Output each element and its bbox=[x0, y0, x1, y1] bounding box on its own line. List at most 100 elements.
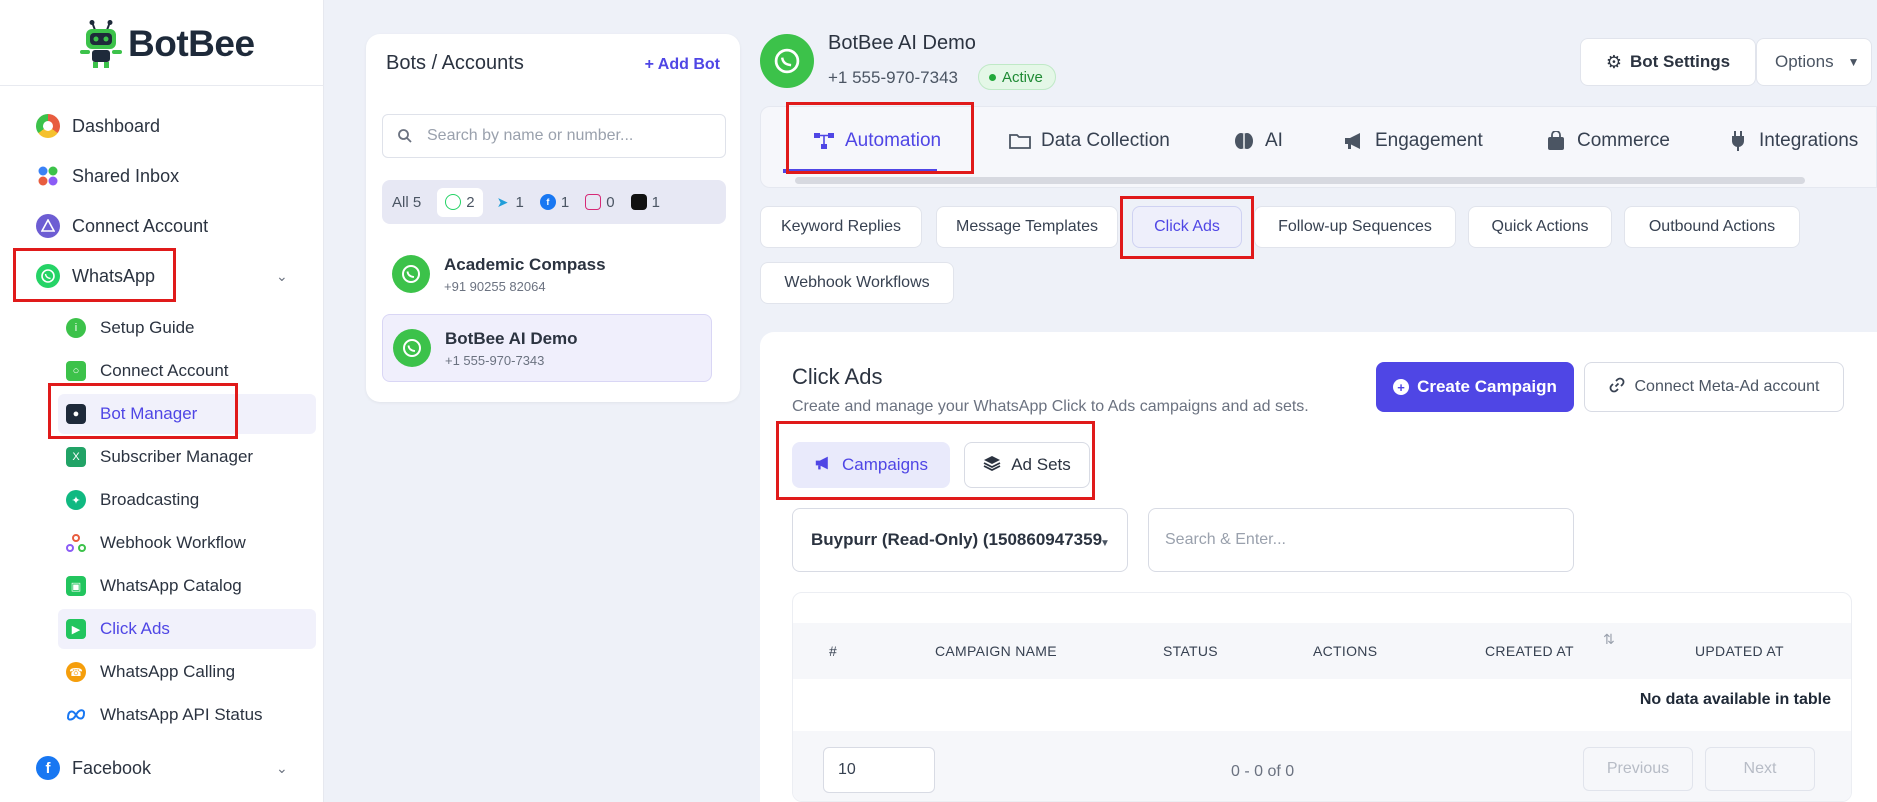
sidebar-sub-label: Webhook Workflow bbox=[100, 533, 246, 552]
segment-ad-sets[interactable]: Ad Sets bbox=[964, 442, 1090, 488]
filter-all[interactable]: All 5 bbox=[392, 194, 421, 211]
sort-icon[interactable]: ⇅ bbox=[1603, 631, 1615, 648]
bot-title: BotBee AI Demo bbox=[828, 32, 976, 54]
subtab-keyword-replies[interactable]: Keyword Replies bbox=[760, 206, 922, 248]
filter-whatsapp[interactable]: 2 bbox=[437, 187, 483, 217]
dashboard-icon bbox=[36, 114, 60, 138]
pagination-range: 0 - 0 of 0 bbox=[1231, 763, 1295, 780]
column-header[interactable]: STATUS bbox=[1163, 643, 1218, 659]
sidebar-sub-whatsapp-api-status[interactable]: WhatsApp API Status bbox=[58, 695, 316, 735]
brand-logo[interactable]: BotBee bbox=[78, 14, 255, 74]
click-ads-title: Click Ads bbox=[792, 364, 883, 389]
sidebar-item-label: Dashboard bbox=[72, 115, 161, 136]
ad-account-value: Buypurr (Read-Only) (150860947359 bbox=[811, 530, 1103, 549]
subtab-label: Webhook Workflows bbox=[784, 274, 930, 291]
chevron-down-icon[interactable]: ⌄ bbox=[276, 760, 288, 777]
sidebar-item-facebook[interactable]: f Facebook bbox=[36, 748, 151, 788]
bot-settings-button[interactable]: ⚙ Bot Settings bbox=[1580, 38, 1756, 86]
previous-page-button[interactable]: Previous bbox=[1583, 747, 1693, 791]
filter-all-label: All 5 bbox=[392, 193, 422, 211]
tab-data-collection[interactable]: Data Collection bbox=[1009, 107, 1170, 175]
brand-name: BotBee bbox=[128, 23, 255, 64]
whatsapp-icon bbox=[36, 264, 60, 288]
add-bot-button[interactable]: + Add Bot bbox=[645, 56, 720, 74]
sidebar-sub-subscriber-manager[interactable]: X Subscriber Manager bbox=[58, 437, 316, 477]
campaign-search-input[interactable]: Search & Enter... bbox=[1148, 508, 1574, 572]
tab-label: Commerce bbox=[1577, 130, 1670, 151]
column-header[interactable]: ACTIONS bbox=[1313, 643, 1377, 659]
filter-facebook[interactable]: f 1 bbox=[539, 194, 569, 211]
subtab-quick-actions[interactable]: Quick Actions bbox=[1468, 206, 1612, 248]
subtab-label: Follow-up Sequences bbox=[1278, 218, 1432, 235]
sidebar-item-connect-account[interactable]: Connect Account bbox=[36, 206, 208, 246]
sidebar-sub-label: Connect Account bbox=[100, 361, 229, 380]
tab-label: Engagement bbox=[1375, 130, 1483, 151]
sidebar-sub-whatsapp-catalog[interactable]: ▣ WhatsApp Catalog bbox=[58, 566, 316, 606]
filter-telegram[interactable]: ➤ 1 bbox=[495, 194, 524, 211]
facebook-icon: f bbox=[36, 756, 60, 780]
bot-list-item-selected[interactable]: BotBee AI Demo +1 555-970-7343 bbox=[382, 314, 712, 382]
active-tab-indicator bbox=[783, 169, 937, 173]
subtab-label: Click Ads bbox=[1154, 218, 1220, 235]
bots-search-placeholder: Search by name or number... bbox=[427, 127, 634, 144]
sidebar-sub-webhook-workflow[interactable]: Webhook Workflow bbox=[58, 523, 316, 563]
sidebar-sub-bot-manager[interactable]: ● Bot Manager bbox=[58, 394, 316, 434]
bot-name: BotBee AI Demo bbox=[445, 328, 578, 348]
create-campaign-button[interactable]: + Create Campaign bbox=[1376, 362, 1574, 412]
filter-instagram[interactable]: 0 bbox=[585, 194, 615, 211]
column-header[interactable]: UPDATED AT bbox=[1695, 643, 1784, 659]
next-page-button[interactable]: Next bbox=[1705, 747, 1815, 791]
sidebar-sub-label: WhatsApp Calling bbox=[100, 662, 236, 681]
page-size-input[interactable]: 10 bbox=[823, 747, 935, 793]
tab-label: Data Collection bbox=[1041, 130, 1170, 151]
subtab-webhook-workflows[interactable]: Webhook Workflows bbox=[760, 262, 954, 304]
caret-down-icon: ▼ bbox=[1847, 55, 1860, 69]
subtab-click-ads[interactable]: Click Ads bbox=[1132, 206, 1242, 248]
subtab-message-templates[interactable]: Message Templates bbox=[936, 206, 1118, 248]
segment-ad-sets-label: Ad Sets bbox=[1011, 455, 1071, 474]
sidebar-sub-setup-guide[interactable]: i Setup Guide bbox=[58, 308, 316, 348]
subtab-follow-up-sequences[interactable]: Follow-up Sequences bbox=[1254, 206, 1456, 248]
subtab-outbound-actions[interactable]: Outbound Actions bbox=[1624, 206, 1800, 248]
sidebar-sub-click-ads[interactable]: ▶ Click Ads bbox=[58, 609, 316, 649]
click-ads-card: Click Ads Create and manage your WhatsAp… bbox=[760, 332, 1877, 802]
sidebar-item-dashboard[interactable]: Dashboard bbox=[36, 106, 160, 146]
connect-meta-ad-button[interactable]: Connect Meta-Ad account bbox=[1584, 362, 1844, 412]
link-icon bbox=[1609, 377, 1625, 398]
bot-list-item[interactable]: Academic Compass +91 90255 82064 bbox=[382, 240, 712, 308]
sidebar-sub-label: WhatsApp Catalog bbox=[100, 576, 242, 595]
bots-search-input[interactable]: Search by name or number... bbox=[382, 114, 726, 158]
tab-commerce[interactable]: Commerce bbox=[1545, 107, 1670, 175]
tab-ai[interactable]: AI bbox=[1233, 107, 1283, 175]
filter-other[interactable]: 1 bbox=[630, 194, 660, 211]
next-label: Next bbox=[1743, 760, 1777, 777]
sidebar-item-shared-inbox[interactable]: Shared Inbox bbox=[36, 156, 179, 196]
segment-campaigns[interactable]: Campaigns bbox=[792, 442, 950, 488]
shopping-bag-icon: ▣ bbox=[66, 576, 86, 596]
sidebar-item-whatsapp[interactable]: WhatsApp bbox=[36, 256, 155, 296]
page-size-value: 10 bbox=[838, 761, 856, 778]
tab-engagement[interactable]: Engagement bbox=[1343, 107, 1483, 175]
column-header[interactable]: # bbox=[829, 643, 837, 659]
ad-account-select[interactable]: Buypurr (Read-Only) (150860947359 bbox=[792, 508, 1128, 572]
tabs-scrollbar[interactable] bbox=[795, 177, 1805, 184]
chevron-down-icon[interactable]: ⌄ bbox=[276, 268, 288, 285]
column-header[interactable]: CAMPAIGN NAME bbox=[935, 643, 1057, 659]
tab-automation[interactable]: Automation bbox=[813, 107, 941, 175]
phone-icon: ☎ bbox=[66, 662, 86, 682]
options-label: Options bbox=[1775, 52, 1834, 71]
platform-filter-bar: All 5 2 ➤ 1 f 1 0 1 bbox=[382, 180, 726, 224]
sidebar-item-label: Facebook bbox=[72, 757, 152, 778]
add-bot-label: Add Bot bbox=[657, 56, 720, 73]
info-icon: i bbox=[66, 318, 86, 338]
column-header[interactable]: CREATED AT bbox=[1485, 643, 1574, 659]
sidebar-sub-broadcasting[interactable]: ✦ Broadcasting bbox=[58, 480, 316, 520]
tab-integrations[interactable]: Integrations bbox=[1727, 107, 1858, 175]
sidebar-sub-whatsapp-calling[interactable]: ☎ WhatsApp Calling bbox=[58, 652, 316, 692]
options-dropdown[interactable]: Options ▼ bbox=[1756, 38, 1872, 86]
bot-number: +91 90255 82064 bbox=[444, 278, 546, 294]
robot-logo-icon bbox=[80, 20, 122, 68]
status-badge: Active bbox=[978, 64, 1056, 90]
sidebar-sub-connect-account[interactable]: ○ Connect Account bbox=[58, 351, 316, 391]
sidebar-sub-label: Setup Guide bbox=[100, 318, 195, 337]
